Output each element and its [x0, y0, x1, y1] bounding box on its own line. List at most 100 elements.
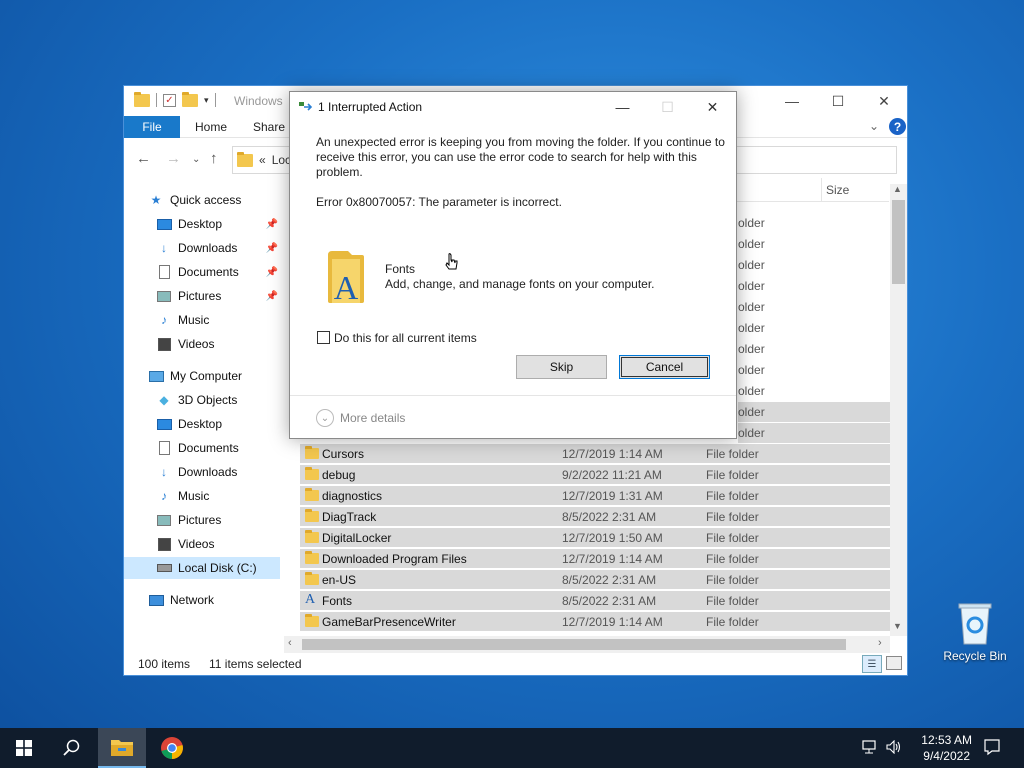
horizontal-scroll-thumb[interactable]: [302, 639, 846, 650]
tab-file[interactable]: File: [124, 116, 180, 138]
dialog-footer: ⌄ More details: [290, 395, 736, 438]
scroll-right-icon[interactable]: ›: [878, 637, 882, 649]
nav-qa-videos[interactable]: Videos: [156, 333, 282, 355]
tab-home[interactable]: Home: [195, 116, 227, 138]
forward-arrow-icon[interactable]: →: [166, 150, 181, 167]
horizontal-scrollbar[interactable]: ‹ ›: [284, 636, 890, 653]
cell-name: Downloaded Program Files: [322, 551, 467, 566]
nav-mc-downloads[interactable]: ↓ Downloads: [156, 461, 282, 483]
nav-qa-downloads[interactable]: ↓ Downloads 📌: [156, 237, 282, 259]
chrome-taskbar-button[interactable]: [148, 728, 196, 768]
tab-share[interactable]: Share: [253, 116, 285, 138]
folder-icon: [305, 572, 319, 588]
network-icon: [862, 740, 876, 754]
nav-mc-music[interactable]: ♪ Music: [156, 485, 282, 507]
folder-icon: [305, 614, 319, 630]
vertical-scrollbar[interactable]: ▲ ▼: [890, 184, 907, 636]
nav-qa-music[interactable]: ♪ Music: [156, 309, 282, 331]
nav-mc-3d-objects[interactable]: ◆ 3D Objects: [156, 389, 282, 411]
nav-label: Pictures: [178, 289, 222, 303]
nav-label: My Computer: [170, 369, 243, 383]
scroll-up-icon[interactable]: ▲: [893, 184, 902, 194]
properties-icon[interactable]: ✓: [163, 93, 176, 107]
cell-date: 12/7/2019 1:14 AM: [562, 446, 663, 461]
scroll-down-icon[interactable]: ▼: [893, 621, 902, 631]
network-tray-icon[interactable]: [862, 740, 878, 757]
table-row[interactable]: A Fonts 8/5/2022 2:31 AM File folder: [300, 591, 890, 611]
system-clock[interactable]: 12:53 AM 9/4/2022: [921, 732, 972, 764]
nav-qa-documents[interactable]: Documents 📌: [156, 261, 282, 283]
folder-icon[interactable]: [134, 91, 150, 107]
large-icons-view-icon[interactable]: [886, 656, 902, 670]
maximize-icon[interactable]: ☐: [815, 86, 861, 116]
customize-toolbar-icon[interactable]: ▾: [204, 95, 209, 106]
interrupted-action-dialog: 1 Interrupted Action — ☐ ✕ An unexpected…: [289, 91, 737, 439]
up-arrow-icon[interactable]: ↑: [210, 150, 218, 167]
vertical-scroll-thumb[interactable]: [892, 200, 905, 284]
chevron-down-icon[interactable]: ⌄: [869, 119, 879, 133]
folder-icon: [305, 551, 319, 567]
table-row[interactable]: DiagTrack 8/5/2022 2:31 AM File folder: [300, 507, 890, 527]
minimize-icon[interactable]: —: [769, 86, 815, 116]
nav-qa-desktop[interactable]: Desktop 📌: [156, 213, 282, 235]
nav-network[interactable]: Network: [148, 589, 282, 611]
cancel-button[interactable]: Cancel: [619, 355, 710, 379]
cell-type: File folder: [706, 551, 759, 566]
partial-type-cell: older: [738, 300, 765, 314]
recent-locations-icon[interactable]: ⌄: [192, 154, 200, 165]
table-row[interactable]: en-US 8/5/2022 2:31 AM File folder: [300, 570, 890, 590]
column-size[interactable]: Size: [826, 183, 849, 197]
pin-icon[interactable]: 📌: [266, 219, 278, 230]
pin-icon[interactable]: 📌: [266, 267, 278, 278]
cell-type: File folder: [706, 572, 759, 587]
transfer-icon: [299, 102, 313, 111]
nav-my-computer[interactable]: My Computer: [148, 365, 282, 387]
scroll-left-icon[interactable]: ‹: [288, 637, 292, 649]
dialog-close-icon[interactable]: ✕: [690, 92, 735, 122]
apply-all-label[interactable]: Do this for all current items: [334, 331, 477, 345]
clock-time: 12:53 AM: [921, 733, 972, 747]
apply-all-checkbox[interactable]: [317, 331, 330, 344]
dialog-minimize-icon[interactable]: —: [600, 92, 645, 122]
cell-name: diagnostics: [322, 488, 383, 503]
item-name: Fonts: [385, 262, 416, 276]
nav-mc-videos[interactable]: Videos: [156, 533, 282, 555]
help-icon[interactable]: ?: [889, 118, 906, 135]
pin-icon[interactable]: 📌: [266, 291, 278, 302]
close-icon[interactable]: ✕: [861, 86, 907, 116]
chevron-down-icon[interactable]: ⌄: [316, 409, 334, 427]
nav-mc-documents[interactable]: Documents: [156, 437, 282, 459]
pin-icon[interactable]: 📌: [266, 243, 278, 254]
folder-icon: [305, 467, 319, 483]
desktop-icon: [156, 217, 172, 231]
address-prefix: «: [259, 153, 266, 167]
table-row[interactable]: GameBarPresenceWriter 12/7/2019 1:14 AM Fi…: [300, 612, 890, 632]
dialog-maximize-icon: ☐: [661, 98, 674, 115]
search-button[interactable]: [48, 728, 96, 768]
nav-local-disk[interactable]: Local Disk (C:): [124, 557, 280, 579]
nav-mc-desktop[interactable]: Desktop: [156, 413, 282, 435]
table-row[interactable]: Downloaded Program Files 12/7/2019 1:14 A…: [300, 549, 890, 569]
new-folder-icon[interactable]: [182, 91, 198, 107]
cube-icon: ◆: [159, 393, 169, 407]
start-button[interactable]: [0, 728, 48, 768]
notification-button[interactable]: [983, 738, 1001, 759]
back-arrow-icon[interactable]: ←: [136, 150, 151, 167]
table-row[interactable]: Cursors 12/7/2019 1:14 AM File folder: [300, 444, 890, 464]
table-row[interactable]: diagnostics 12/7/2019 1:31 AM File folder: [300, 486, 890, 506]
nav-qa-pictures[interactable]: Pictures 📌: [156, 285, 282, 307]
more-details-link[interactable]: More details: [340, 411, 405, 425]
skip-button[interactable]: Skip: [516, 355, 607, 379]
details-view-icon[interactable]: ☰: [862, 655, 882, 673]
volume-tray-icon[interactable]: [886, 739, 902, 757]
recycle-bin[interactable]: Recycle Bin: [940, 600, 1010, 663]
computer-icon: [148, 369, 164, 383]
nav-mc-pictures[interactable]: Pictures: [156, 509, 282, 531]
dialog-message: An unexpected error is keeping you from …: [316, 135, 725, 179]
nav-quick-access[interactable]: ★ Quick access: [148, 189, 306, 211]
file-explorer-taskbar-button[interactable]: [98, 728, 146, 768]
search-icon: [63, 739, 80, 756]
fonts-folder-icon: A: [328, 251, 364, 305]
table-row[interactable]: DigitalLocker 12/7/2019 1:50 AM File folde…: [300, 528, 890, 548]
table-row[interactable]: debug 9/2/2022 11:21 AM File folder: [300, 465, 890, 485]
